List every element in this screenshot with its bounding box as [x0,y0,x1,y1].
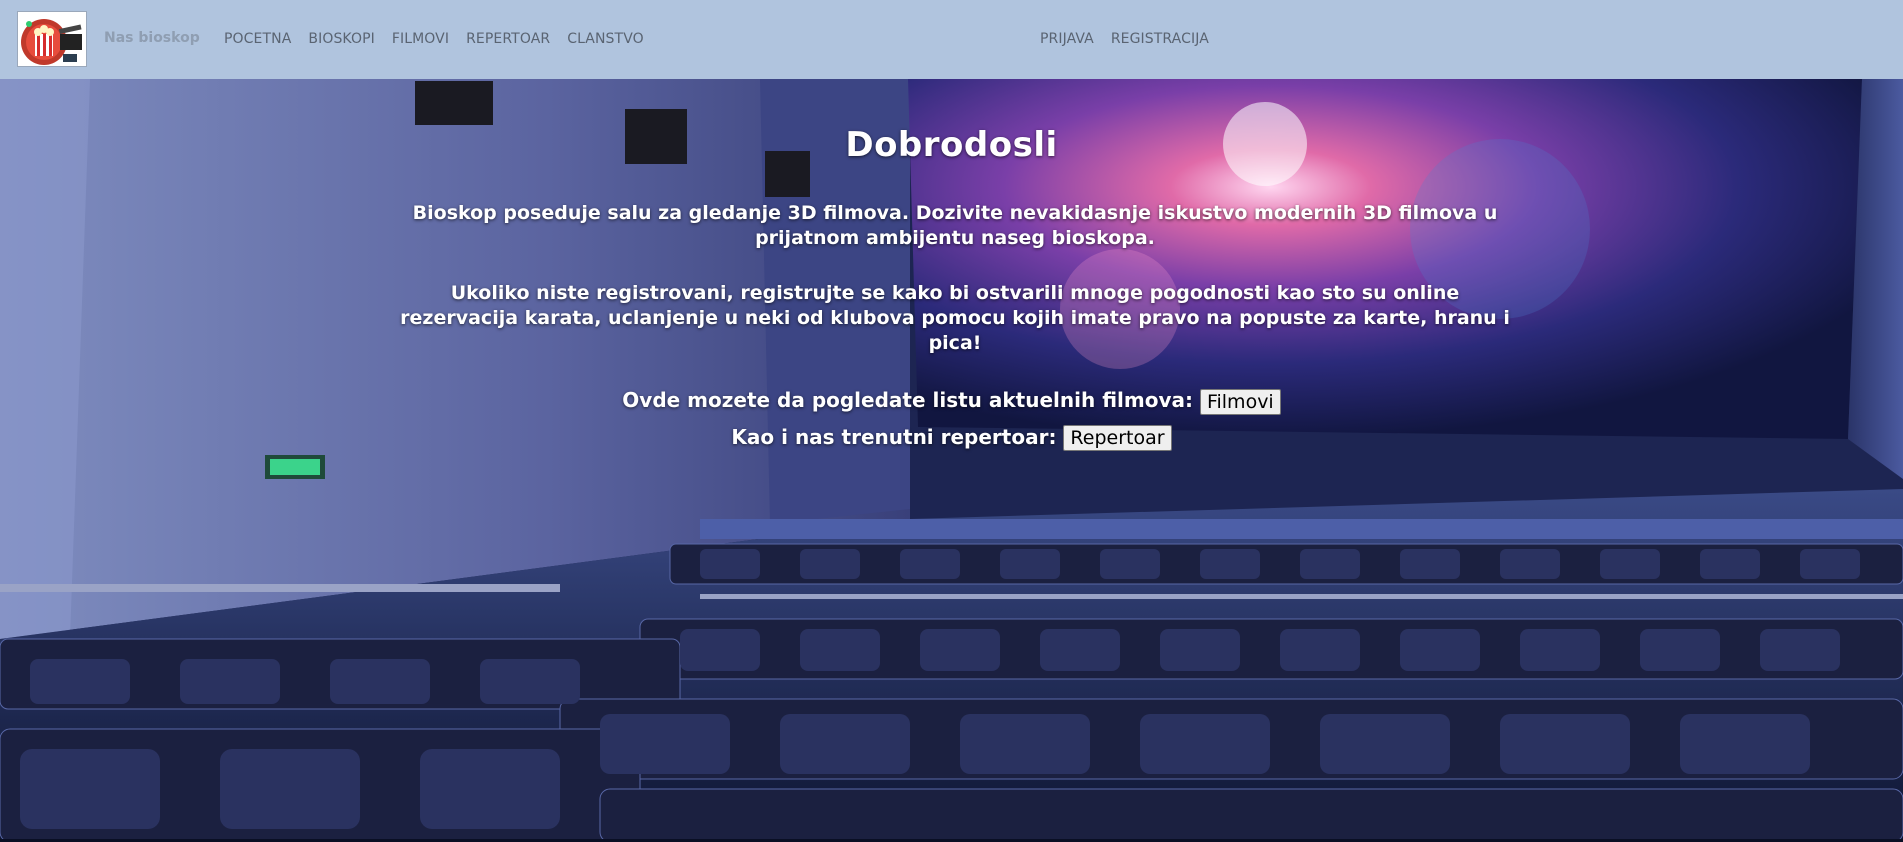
nav-link-bioskopi[interactable]: BIOSKOPI [308,31,374,47]
nav-link-pocetna[interactable]: POCETNA [224,31,291,47]
hero-section: Dobrodosli Bioskop poseduje salu za gled… [0,79,1903,842]
brand-name[interactable]: Nas bioskop [104,30,200,46]
auth-nav: PRIJAVA REGISTRACIJA [1040,31,1226,47]
filmovi-button[interactable]: Filmovi [1199,388,1281,415]
nav-link-filmovi[interactable]: FILMOVI [392,31,449,47]
repertoar-button[interactable]: Repertoar [1063,425,1172,451]
nav-link-repertoar[interactable]: REPERTOAR [466,31,550,47]
intro-paragraph: Bioskop poseduje salu za gledanje 3D fil… [412,202,1498,249]
repertoire-line: Kao i nas trenutni repertoar: Repertoar [400,423,1503,451]
repertoire-prompt: Kao i nas trenutni repertoar: [731,424,1057,449]
films-line: Ovde mozete da pogledate listu aktuelnih… [400,386,1503,415]
main-nav: POCETNA BIOSKOPI FILMOVI REPERTOAR CLANS… [224,31,661,47]
nav-link-prijava[interactable]: PRIJAVA [1040,31,1094,47]
welcome-content: Dobrodosli Bioskop poseduje salu za gled… [400,79,1510,451]
popcorn-logo-icon[interactable] [17,11,87,67]
page-title: Dobrodosli [845,125,1058,165]
nav-link-clanstvo[interactable]: CLANSTVO [567,31,644,47]
registration-paragraph: Ukoliko niste registrovani, registrujte … [400,282,1510,354]
nav-link-registracija[interactable]: REGISTRACIJA [1111,31,1209,47]
films-prompt: Ovde mozete da pogledate listu aktuelnih… [622,388,1193,412]
navbar: Nas bioskop POCETNA BIOSKOPI FILMOVI REP… [0,0,1903,79]
